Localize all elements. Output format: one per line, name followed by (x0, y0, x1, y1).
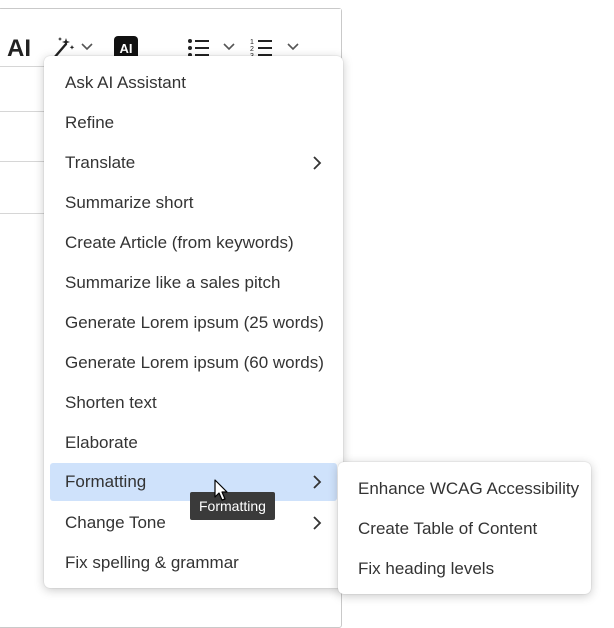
chevron-down-icon[interactable] (79, 39, 95, 55)
ai-text-button[interactable]: AI (7, 33, 31, 65)
submenu-item-create-toc[interactable]: Create Table of Content (344, 510, 585, 548)
svg-text:2: 2 (250, 46, 254, 53)
submenu-item-fix-heading-levels[interactable]: Fix heading levels (344, 550, 585, 588)
menu-item-label: Ask AI Assistant (65, 73, 186, 92)
menu-item-label: Generate Lorem ipsum (25 words) (65, 313, 324, 332)
menu-item-fix-spelling-grammar[interactable]: Fix spelling & grammar (50, 544, 337, 582)
menu-item-label: Summarize like a sales pitch (65, 273, 281, 292)
menu-item-shorten-text[interactable]: Shorten text (50, 384, 337, 422)
table-rule (0, 111, 49, 112)
menu-item-lorem-60[interactable]: Generate Lorem ipsum (60 words) (50, 344, 337, 382)
menu-item-label: Change Tone (65, 513, 166, 532)
menu-item-label: Formatting (65, 472, 147, 491)
menu-item-summarize-sales-pitch[interactable]: Summarize like a sales pitch (50, 264, 337, 302)
chevron-right-icon (313, 156, 322, 170)
svg-text:1: 1 (250, 39, 254, 46)
submenu-item-enhance-wcag[interactable]: Enhance WCAG Accessibility (344, 470, 585, 508)
menu-item-ask-ai-assistant[interactable]: Ask AI Assistant (50, 64, 337, 102)
tooltip: Formatting (190, 492, 275, 520)
table-rule (0, 213, 49, 214)
chevron-right-icon (313, 516, 322, 530)
submenu-item-label: Fix heading levels (358, 559, 495, 578)
menu-item-label: Refine (65, 113, 115, 132)
table-rule (0, 161, 49, 162)
submenu-item-label: Enhance WCAG Accessibility (358, 479, 580, 498)
mouse-cursor-icon (214, 479, 228, 501)
menu-item-summarize-short[interactable]: Summarize short (50, 184, 337, 222)
menu-item-label: Create Article (from keywords) (65, 233, 294, 252)
menu-item-lorem-25[interactable]: Generate Lorem ipsum (25 words) (50, 304, 337, 342)
menu-item-label: Summarize short (65, 193, 194, 212)
table-rule (0, 66, 49, 67)
menu-item-translate[interactable]: Translate (50, 144, 337, 182)
chevron-down-icon[interactable] (285, 39, 301, 55)
menu-item-elaborate[interactable]: Elaborate (50, 424, 337, 462)
menu-item-label: Elaborate (65, 433, 138, 452)
menu-item-label: Translate (65, 153, 136, 172)
menu-item-label: Shorten text (65, 393, 157, 412)
menu-item-create-article[interactable]: Create Article (from keywords) (50, 224, 337, 262)
formatting-submenu: Enhance WCAG Accessibility Create Table … (338, 462, 591, 594)
menu-item-refine[interactable]: Refine (50, 104, 337, 142)
chevron-right-icon (313, 475, 322, 489)
menu-item-label: Fix spelling & grammar (65, 553, 239, 572)
chevron-down-icon[interactable] (221, 39, 237, 55)
submenu-item-label: Create Table of Content (358, 519, 538, 538)
menu-item-label: Generate Lorem ipsum (60 words) (65, 353, 324, 372)
